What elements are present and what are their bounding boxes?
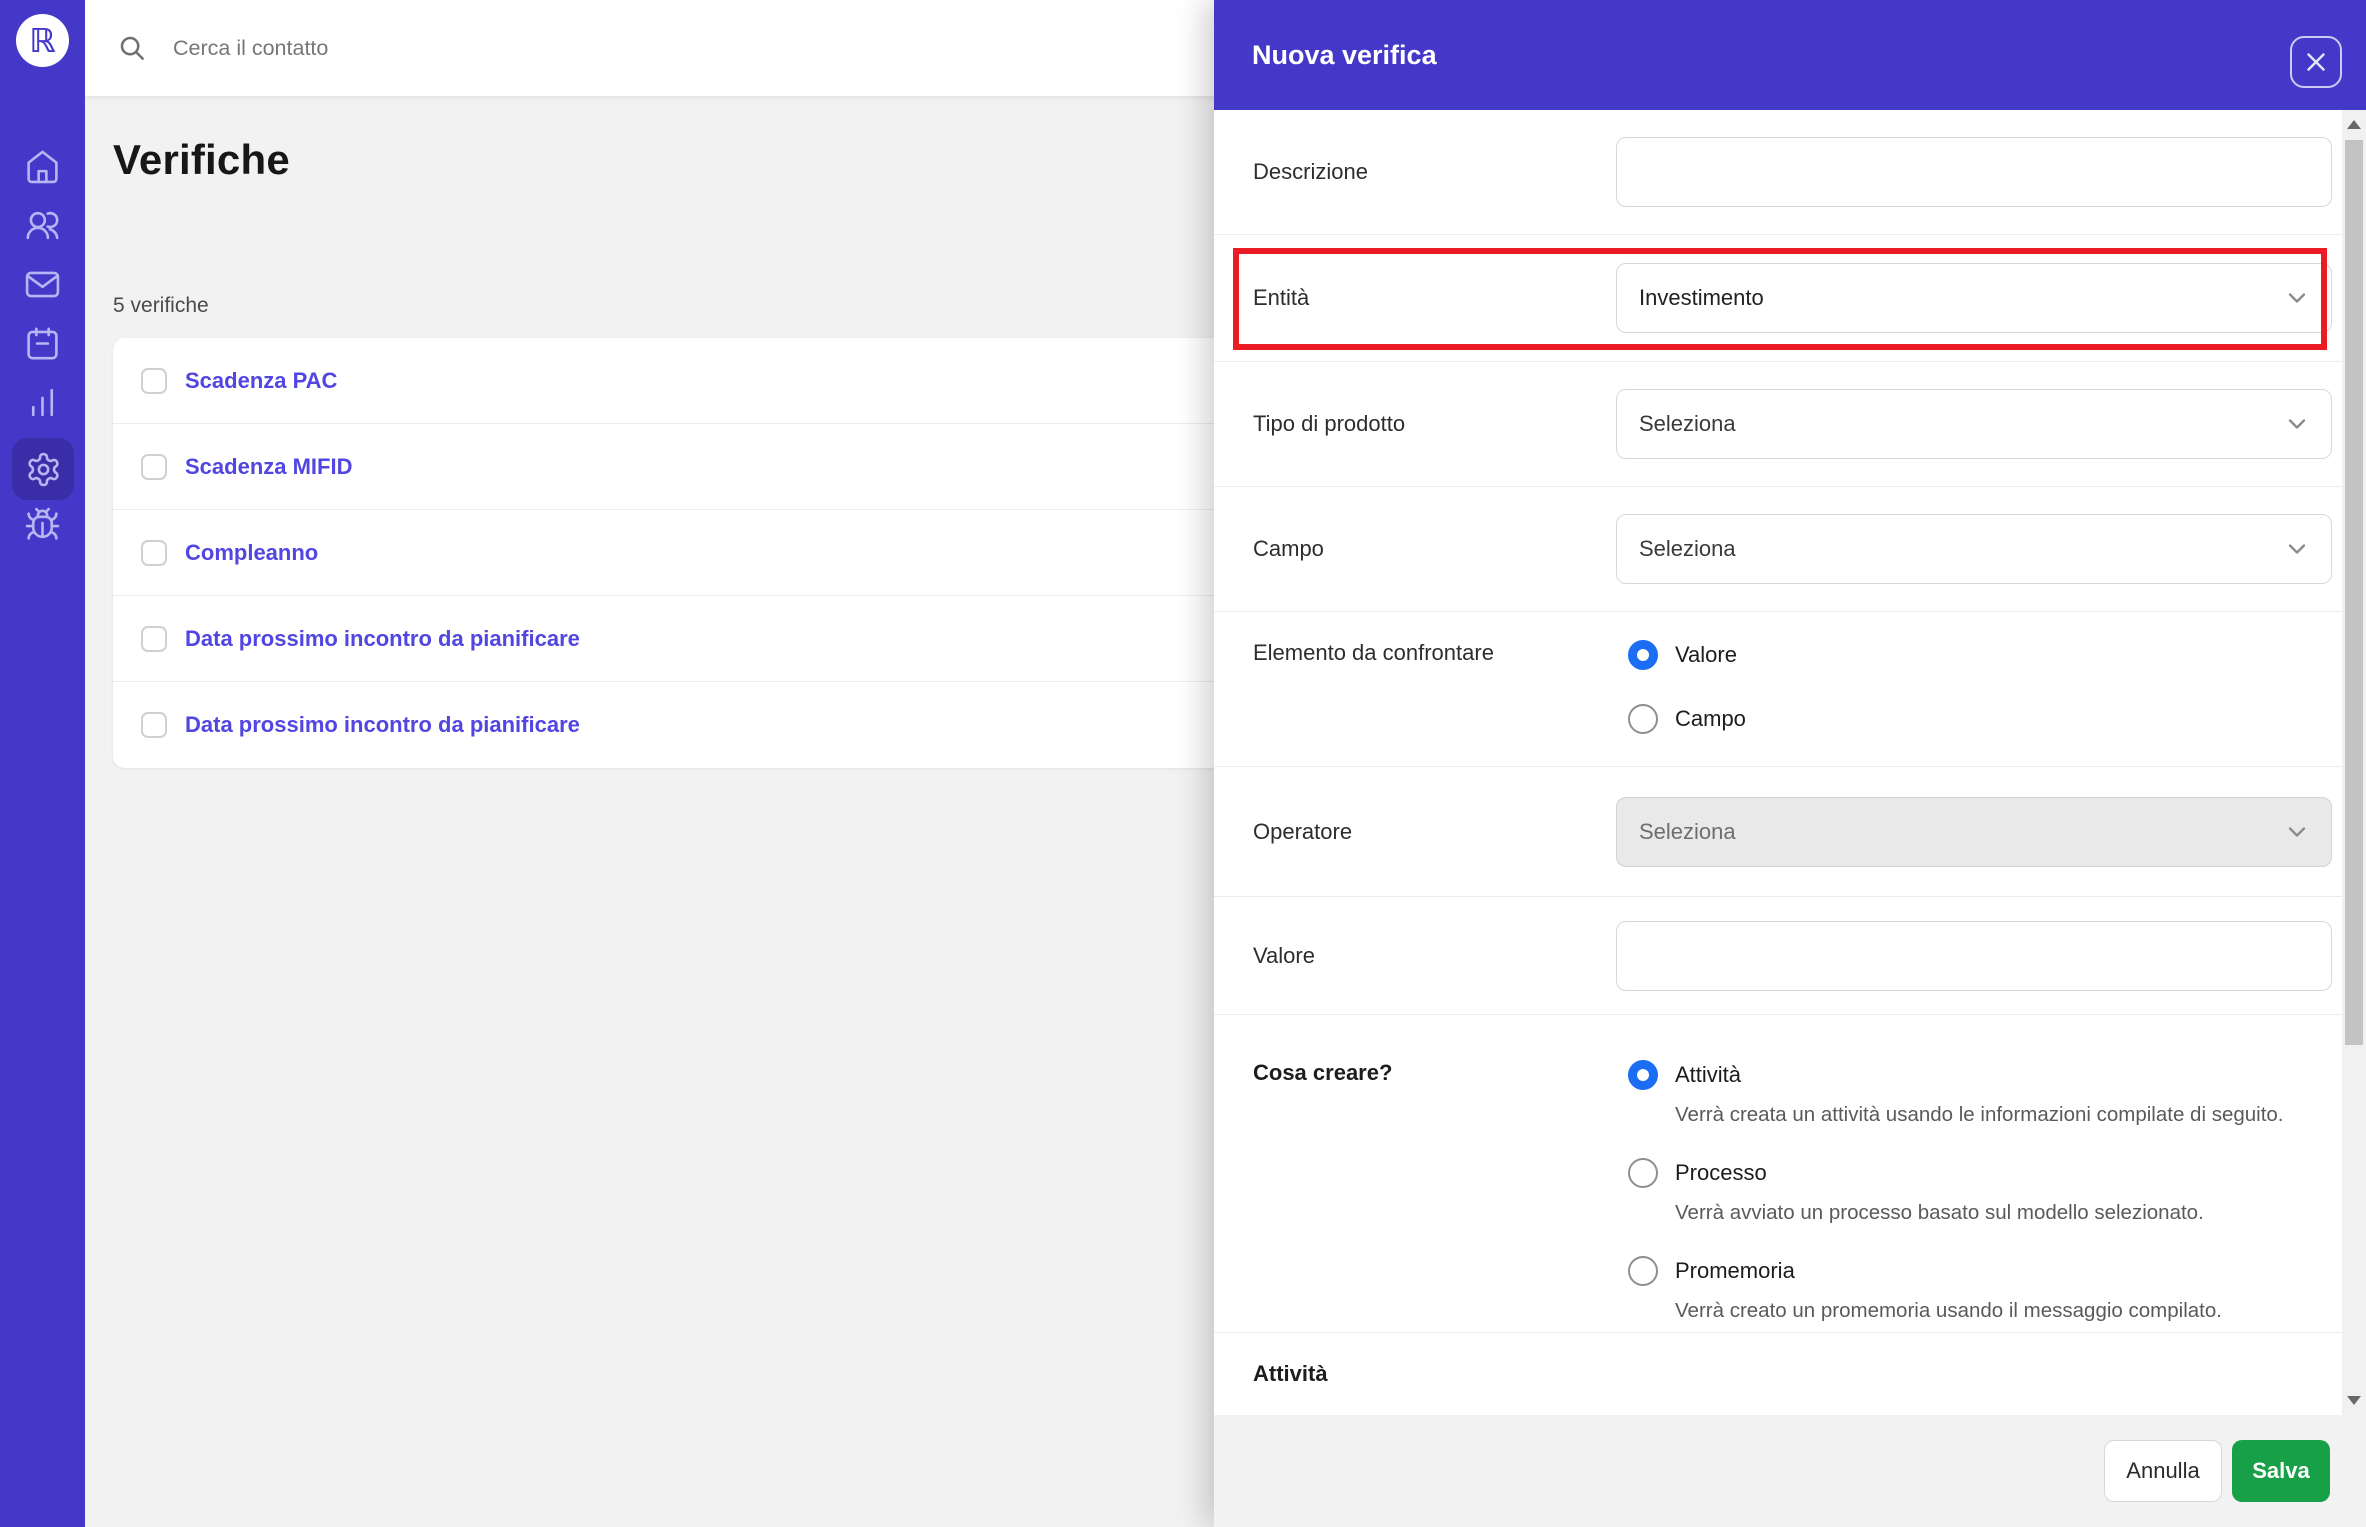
field-row-tipo-prodotto: Tipo di prodotto Seleziona: [1214, 362, 2342, 487]
save-button[interactable]: Salva: [2232, 1440, 2330, 1502]
verifica-link[interactable]: Scadenza PAC: [185, 368, 337, 394]
chevron-down-icon: [2288, 544, 2306, 554]
table-row: Scadenza MIFID: [113, 424, 1233, 510]
sidebar-item-contacts[interactable]: [0, 205, 85, 245]
field-label: Elemento da confrontare: [1253, 640, 1494, 665]
radio-processo[interactable]: [1628, 1158, 1658, 1188]
radio-option-attivita: Attività: [1616, 1060, 2332, 1090]
table-row: Data prossimo incontro da pianificare: [113, 682, 1233, 768]
section-row-attivita: Attività: [1214, 1333, 2342, 1415]
field-label: Campo: [1253, 536, 1324, 561]
descrizione-input[interactable]: [1616, 137, 2332, 207]
radio-valore[interactable]: [1628, 640, 1658, 670]
operatore-select-value: Seleziona: [1639, 818, 1736, 844]
radio-option-processo: Processo: [1616, 1158, 2332, 1188]
entita-select[interactable]: Investimento: [1616, 263, 2332, 333]
sidebar-item-mail[interactable]: [0, 264, 85, 304]
table-row: Compleanno: [113, 510, 1233, 596]
search-input[interactable]: [171, 34, 771, 62]
cancel-button[interactable]: Annulla: [2104, 1440, 2222, 1502]
field-label: Cosa creare?: [1253, 1060, 1393, 1085]
table-row: Data prossimo incontro da pianificare: [113, 596, 1233, 682]
drawer-title: Nuova verifica: [1252, 39, 1437, 70]
radio-label[interactable]: Campo: [1675, 706, 1746, 732]
field-row-cosa-creare: Cosa creare? Attività Verrà creata un at…: [1214, 1015, 2342, 1333]
radio-option-campo: Campo: [1616, 704, 2332, 734]
row-checkbox[interactable]: [141, 539, 167, 566]
drawer-body: Descrizione Entità Investimento Tipo di …: [1214, 110, 2342, 1415]
drawer-header: Nuova verifica: [1214, 0, 2366, 110]
radio-option-promemoria: Promemoria: [1616, 1256, 2332, 1286]
close-button[interactable]: [2290, 36, 2342, 88]
tipo-prodotto-select[interactable]: Seleziona: [1616, 389, 2332, 459]
sidebar-item-calendar[interactable]: [0, 323, 85, 363]
sidebar-item-home[interactable]: [0, 146, 85, 186]
radio-description: Verrà creata un attività usando le infor…: [1675, 1103, 2284, 1126]
field-label: Valore: [1253, 942, 1315, 968]
scrollbar-track[interactable]: [2342, 110, 2366, 1415]
radio-label[interactable]: Processo: [1675, 1160, 1767, 1186]
scrollbar-thumb[interactable]: [2345, 140, 2363, 1045]
verifiche-list: Scadenza PAC Scadenza MIFID Compleanno D…: [113, 338, 1233, 768]
field-row-descrizione: Descrizione: [1214, 110, 2342, 235]
field-label: Operatore: [1253, 818, 1353, 844]
radio-promemoria[interactable]: [1628, 1256, 1658, 1286]
campo-select[interactable]: Seleziona: [1616, 514, 2332, 584]
radio-label[interactable]: Promemoria: [1675, 1258, 1795, 1284]
verifica-link[interactable]: Data prossimo incontro da pianificare: [185, 626, 580, 652]
radio-option-valore: Valore: [1616, 640, 2332, 670]
entita-select-value: Investimento: [1639, 285, 1764, 310]
field-row-entita: Entità Investimento: [1214, 235, 2342, 362]
section-title: Attività: [1253, 1361, 1328, 1386]
valore-input[interactable]: [1616, 920, 2332, 991]
field-row-operatore: Operatore Seleziona: [1214, 767, 2342, 897]
search-icon: [120, 36, 144, 60]
verifica-link[interactable]: Data prossimo incontro da pianificare: [185, 712, 580, 738]
field-label: Descrizione: [1253, 159, 1368, 184]
field-row-elemento: Elemento da confrontare Valore Campo: [1214, 612, 2342, 767]
close-icon: [2307, 53, 2325, 71]
bar-chart-icon: [31, 388, 54, 416]
operatore-select[interactable]: Seleziona: [1616, 796, 2332, 867]
chevron-down-icon: [2288, 293, 2306, 303]
radio-attivita[interactable]: [1628, 1060, 1658, 1090]
chevron-down-icon: [2288, 419, 2306, 429]
row-checkbox[interactable]: [141, 453, 167, 480]
field-row-valore: Valore: [1214, 897, 2342, 1015]
sidebar-item-debug[interactable]: [0, 504, 85, 544]
radio-description: Verrà avviato un processo basato sul mod…: [1675, 1201, 2204, 1224]
drawer-footer: Annulla Salva: [1214, 1415, 2366, 1527]
users-icon: [26, 211, 59, 239]
scrollbar-up-arrow-icon[interactable]: [2347, 120, 2361, 129]
row-checkbox[interactable]: [141, 712, 167, 738]
sidebar-item-settings[interactable]: [12, 438, 74, 500]
app-logo[interactable]: ℝ: [16, 14, 69, 67]
row-checkbox[interactable]: [141, 625, 167, 652]
scrollbar-down-arrow-icon[interactable]: [2347, 1396, 2361, 1405]
calendar-icon: [27, 327, 58, 359]
verifica-link[interactable]: Scadenza MIFID: [185, 454, 352, 480]
home-icon: [27, 150, 58, 183]
sidebar: ℝ: [0, 0, 85, 1527]
bug-icon: [25, 507, 60, 540]
row-checkbox[interactable]: [141, 367, 167, 394]
radio-label[interactable]: Valore: [1675, 642, 1737, 668]
new-verification-drawer: Nuova verifica Descrizione Entità Invest…: [1214, 0, 2366, 1527]
sidebar-item-reports[interactable]: [0, 382, 85, 422]
table-row: Scadenza PAC: [113, 338, 1233, 424]
field-label: Tipo di prodotto: [1253, 411, 1406, 436]
radio-description: Verrà creato un promemoria usando il mes…: [1675, 1299, 2222, 1322]
chevron-down-icon: [2288, 826, 2306, 837]
field-row-campo: Campo Seleziona: [1214, 487, 2342, 612]
gear-icon: [27, 452, 59, 486]
tipo-prodotto-select-value: Seleziona: [1639, 411, 1736, 436]
app-logo-glyph: ℝ: [29, 21, 56, 60]
radio-label[interactable]: Attività: [1675, 1062, 1741, 1088]
radio-campo[interactable]: [1628, 704, 1658, 734]
campo-select-value: Seleziona: [1639, 536, 1736, 561]
mail-icon: [25, 271, 60, 297]
field-label: Entità: [1253, 285, 1310, 310]
verifica-link[interactable]: Compleanno: [185, 540, 318, 566]
